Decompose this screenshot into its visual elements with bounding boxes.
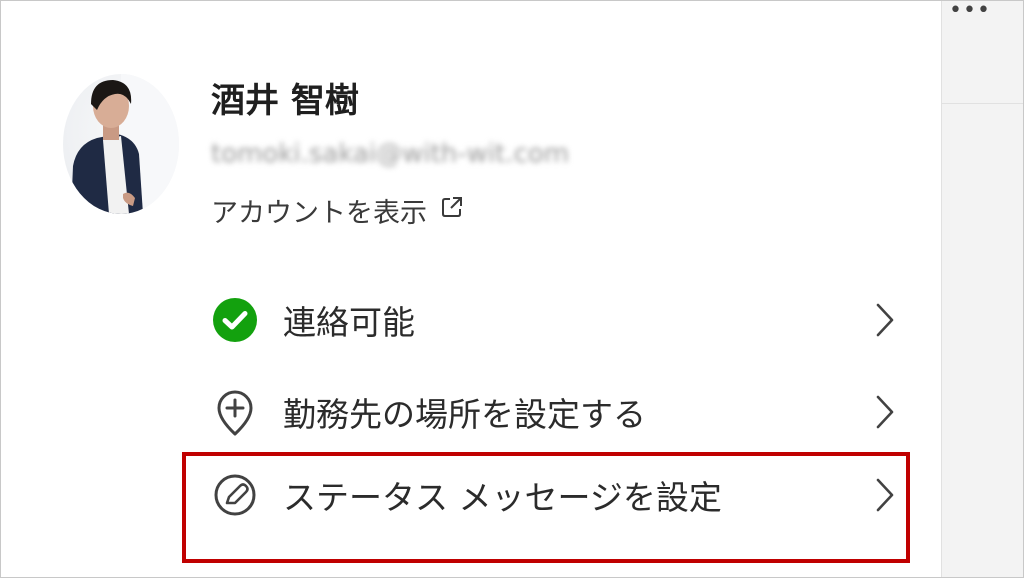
profile-email: tomoki.sakai@with-wit.com [211, 139, 570, 169]
profile-flyout: 酒井 智樹 tomoki.sakai@with-wit.com アカウントを表示… [1, 1, 941, 577]
menu-item-label: 連絡可能 [283, 303, 415, 342]
menu-item-work-location[interactable]: 勤務先の場所を設定する [181, 368, 916, 456]
background-divider [942, 103, 1023, 104]
view-account-label: アカウントを表示 [211, 198, 427, 229]
location-add-icon [209, 386, 261, 438]
menu-item-label: ステータス メッセージを設定 [283, 478, 722, 517]
edit-pen-icon [209, 469, 261, 521]
more-options-button[interactable]: ••• [949, 1, 991, 22]
app-frame: ••• 酒井 智樹 tomoki.sakai@with-wit.com アカウン… [0, 0, 1024, 578]
avatar-photo-icon [71, 74, 179, 214]
menu-item-status-message[interactable]: ステータス メッセージを設定 [181, 451, 916, 539]
chevron-right-icon [871, 392, 899, 432]
profile-name: 酒井 智樹 [211, 81, 359, 121]
chevron-right-icon [871, 300, 899, 340]
avatar[interactable] [63, 74, 179, 214]
available-check-icon [209, 294, 261, 346]
view-account-link[interactable]: アカウントを表示 [211, 191, 463, 230]
open-external-icon [442, 196, 462, 217]
menu-item-availability[interactable]: 連絡可能 [181, 276, 916, 364]
menu-item-label: 勤務先の場所を設定する [283, 395, 646, 434]
chevron-right-icon [871, 475, 899, 515]
background-pane [941, 1, 1023, 577]
